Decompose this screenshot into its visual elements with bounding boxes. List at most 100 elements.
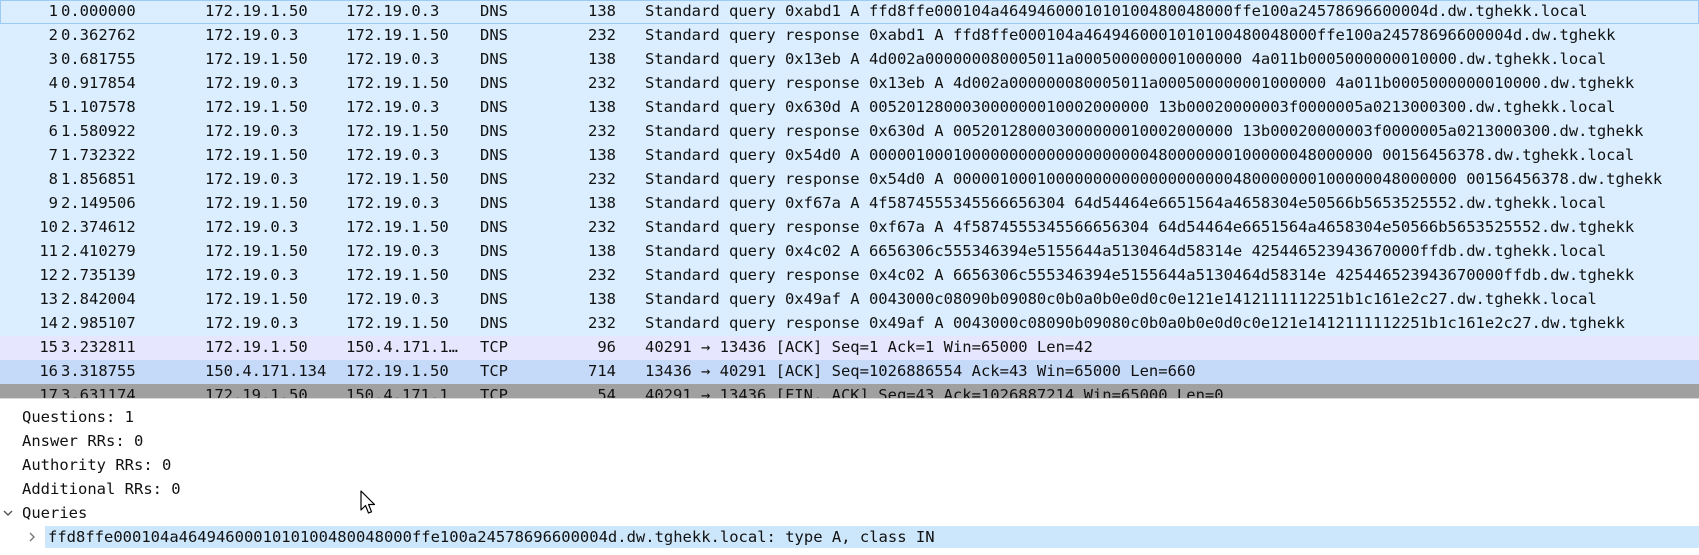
packet-destination: 172.19.1.50 [346,362,449,380]
chevron-right-icon[interactable] [24,525,40,549]
packet-destination: 172.19.0.3 [346,146,440,164]
packet-row[interactable]: 10 2.374612 172.19.0.3 172.19.1.50 DNS 232 Sta… [0,216,1699,240]
packet-length: 714 [588,362,616,380]
packet-source: 172.19.1.50 [205,50,308,68]
packet-row[interactable]: 2 0.362762 172.19.0.3 172.19.1.50 DNS 232 Stan… [0,24,1699,48]
packet-source: 172.19.0.3 [205,122,299,140]
packet-row[interactable]: 8 1.856851 172.19.0.3 172.19.1.50 DNS 232 Stan… [0,168,1699,192]
packet-length: 232 [588,314,616,332]
packet-info: Standard query response 0xabd1 A ffd8ffe… [645,26,1616,44]
packet-length: 54 [597,386,616,398]
detail-answer-rrs-text: Answer RRs: 0 [22,432,144,450]
packet-number: 11 [39,242,58,260]
packet-time: 2.842004 [61,290,136,308]
packet-protocol: DNS [480,74,508,92]
packet-info: Standard query 0x630d A 0052012800030000… [645,98,1616,116]
packet-source: 172.19.0.3 [205,218,299,236]
packet-source: 172.19.1.50 [205,386,308,398]
packet-time: 1.580922 [61,122,136,140]
packet-length: 232 [588,26,616,44]
detail-authority-rrs[interactable]: Authority RRs: 0 [0,453,1699,477]
packet-row[interactable]: 4 0.917854 172.19.0.3 172.19.1.50 DNS 232 Stan… [0,72,1699,96]
detail-queries[interactable]: Queries [0,501,1699,525]
packet-row[interactable]: 9 2.149506 172.19.1.50 172.19.0.3 DNS 138 Stan… [0,192,1699,216]
packet-row[interactable]: 15 3.232811 172.19.1.50 150.4.171.1… TCP 96 40… [0,336,1699,360]
packet-time: 3.631174 [61,386,136,398]
packet-source: 172.19.0.3 [205,170,299,188]
packet-length: 232 [588,266,616,284]
packet-info: Standard query 0xf67a A 4f58745553455666… [645,194,1607,212]
packet-protocol: DNS [480,98,508,116]
detail-additional-rrs[interactable]: Additional RRs: 0 [0,477,1699,501]
packet-row[interactable]: 14 2.985107 172.19.0.3 172.19.1.50 DNS 232 Sta… [0,312,1699,336]
packet-destination: 172.19.1.50 [346,218,449,236]
packet-row[interactable]: 1 0.000000 172.19.1.50 172.19.0.3 DNS 138 Stan… [0,0,1699,24]
packet-info: Standard query 0x13eb A 4d002a0000000800… [645,50,1607,68]
packet-row[interactable]: 17 3.631174 172.19.1.50 150.4.171.1 TCP 54 402… [0,384,1699,398]
packet-protocol: TCP [480,386,508,398]
packet-source: 172.19.0.3 [205,266,299,284]
pane-splitter[interactable] [0,398,1699,405]
packet-info: Standard query response 0x4c02 A 6656306… [645,266,1635,284]
packet-time: 2.735139 [61,266,136,284]
packet-protocol: TCP [480,338,508,356]
packet-row[interactable]: 11 2.410279 172.19.1.50 172.19.0.3 DNS 138 Sta… [0,240,1699,264]
detail-queries-label: Queries [22,504,88,522]
packet-length: 138 [588,146,616,164]
packet-row[interactable]: 3 0.681755 172.19.1.50 172.19.0.3 DNS 138 Stan… [0,48,1699,72]
packet-protocol: DNS [480,146,508,164]
packet-info: Standard query 0x49af A 0043000c08090b09… [645,290,1597,308]
packet-destination: 172.19.1.50 [346,266,449,284]
packet-row[interactable]: 7 1.732322 172.19.1.50 172.19.0.3 DNS 138 Stan… [0,144,1699,168]
packet-destination: 172.19.0.3 [346,194,440,212]
packet-length: 138 [588,98,616,116]
packet-source: 172.19.1.50 [205,146,308,164]
packet-protocol: TCP [480,362,508,380]
packet-destination: 172.19.0.3 [346,242,440,260]
packet-protocol: DNS [480,194,508,212]
packet-number: 7 [48,146,58,164]
packet-length: 138 [588,50,616,68]
packet-number: 2 [48,26,58,44]
packet-list[interactable]: 1 0.000000 172.19.1.50 172.19.0.3 DNS 138 Stan… [0,0,1699,398]
packet-source: 172.19.1.50 [205,242,308,260]
packet-details-pane[interactable]: Questions: 1 Answer RRs: 0 Authority RRs… [0,405,1699,555]
packet-number: 13 [39,290,58,308]
detail-query-entry-text: ffd8ffe000104a4649460001010100480048000f… [48,528,935,546]
packet-info: Standard query response 0xf67a A 4f58745… [645,218,1635,236]
packet-time: 2.149506 [61,194,136,212]
packet-destination: 172.19.1.50 [346,74,449,92]
packet-number: 9 [48,194,58,212]
chevron-down-icon[interactable] [0,501,16,525]
packet-info: Standard query 0x54d0 A 0000010001000000… [645,146,1635,164]
packet-destination: 172.19.0.3 [346,50,440,68]
packet-number: 8 [48,170,58,188]
packet-source: 150.4.171.134 [205,362,327,380]
packet-info: 40291 → 13436 [FIN, ACK] Seq=43 Ack=1026… [645,386,1224,398]
packet-source: 172.19.0.3 [205,26,299,44]
packet-number: 10 [39,218,58,236]
packet-protocol: DNS [480,314,508,332]
packet-row[interactable]: 5 1.107578 172.19.1.50 172.19.0.3 DNS 138 Stan… [0,96,1699,120]
detail-questions[interactable]: Questions: 1 [0,405,1699,429]
packet-number: 1 [48,2,58,20]
detail-query-entry[interactable]: ffd8ffe000104a4649460001010100480048000f… [0,525,1699,549]
packet-length: 96 [597,338,616,356]
packet-row[interactable]: 13 2.842004 172.19.1.50 172.19.0.3 DNS 138 Sta… [0,288,1699,312]
packet-row[interactable]: 16 3.318755 150.4.171.134 172.19.1.50 TCP 714… [0,360,1699,384]
packet-protocol: DNS [480,2,508,20]
packet-number: 14 [39,314,58,332]
packet-destination: 172.19.0.3 [346,2,440,20]
packet-row[interactable]: 6 1.580922 172.19.0.3 172.19.1.50 DNS 232 Stan… [0,120,1699,144]
packet-time: 0.362762 [61,26,136,44]
packet-info: Standard query 0xabd1 A ffd8ffe000104a46… [645,2,1588,20]
detail-answer-rrs[interactable]: Answer RRs: 0 [0,429,1699,453]
packet-destination: 150.4.171.1… [346,338,458,356]
mouse-pointer-icon [360,490,378,516]
packet-destination: 172.19.1.50 [346,314,449,332]
packet-destination: 172.19.1.50 [346,122,449,140]
packet-row[interactable]: 12 2.735139 172.19.0.3 172.19.1.50 DNS 232 Sta… [0,264,1699,288]
packet-time: 0.917854 [61,74,136,92]
packet-source: 172.19.0.3 [205,74,299,92]
packet-time: 0.000000 [61,2,136,20]
